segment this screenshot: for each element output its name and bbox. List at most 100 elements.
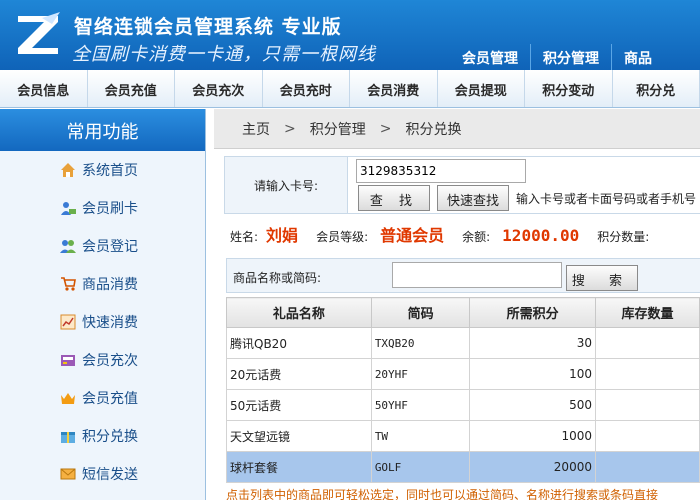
card-swipe-icon (61, 202, 76, 215)
cell-gift-name: 腾讯QB20 (226, 327, 372, 359)
card-lookup-panel: 请输入卡号: 查 找 快速查找 输入卡号或者卡面号码或者手机号 (224, 156, 700, 214)
table-row-selected[interactable]: 球杆套餐 GOLF 20000 (226, 451, 700, 483)
search-button[interactable]: 搜 索 (566, 265, 638, 291)
subnav-member-consume[interactable]: 会员消费 (350, 70, 438, 107)
sidebar-item-label: 会员充值 (82, 391, 138, 407)
main-content: 主页 > 积分管理 > 积分兑换 请输入卡号: 查 找 快速查找 输入卡号或者卡… (214, 109, 700, 500)
subnav-member-withdraw[interactable]: 会员提现 (438, 70, 525, 107)
cell-stock (594, 327, 700, 359)
users-icon (60, 240, 76, 253)
sidebar-item-goods-consume[interactable]: 商品消费 (0, 265, 205, 303)
cell-stock (594, 451, 700, 483)
member-name: 刘娟 (266, 226, 299, 245)
app-header: 智络连锁会员管理系统 专业版 全国刷卡消费一卡通，只需一根网线 会员管理 积分管… (0, 0, 700, 70)
breadcrumb: 主页 > 积分管理 > 积分兑换 (214, 109, 700, 149)
subnav-member-recharge[interactable]: 会员充值 (88, 70, 175, 107)
sidebar-item-card-swipe[interactable]: 会员刷卡 (0, 189, 205, 227)
sidebar-item-member-recharge[interactable]: 会员充值 (0, 379, 205, 417)
breadcrumb-home[interactable]: 主页 (242, 119, 270, 139)
cell-code: TW (370, 420, 471, 452)
crown-icon (61, 393, 75, 404)
table-row[interactable]: 50元话费 50YHF 500 (226, 389, 700, 421)
cell-points: 1000 (469, 420, 596, 452)
cell-points: 100 (469, 358, 596, 390)
chart-icon (60, 314, 76, 330)
sidebar-item-home[interactable]: 系统首页 (0, 151, 205, 189)
column-header-code[interactable]: 简码 (370, 297, 471, 328)
help-footnote: 点击列表中的商品即可轻松选定，同时也可以通过简码、名称进行搜索或条码直接 (226, 488, 659, 500)
goods-search-label: 商品名称或简码: (233, 271, 322, 285)
breadcrumb-points-management[interactable]: 积分管理 (310, 119, 366, 139)
sidebar-item-label: 短信发送 (82, 467, 138, 483)
top-nav-points-management[interactable]: 积分管理 (530, 44, 611, 70)
member-balance: 12000.00 (502, 226, 580, 245)
quick-find-button[interactable]: 快速查找 (437, 185, 509, 211)
sidebar-item-label: 系统首页 (82, 163, 138, 179)
sidebar-item-label: 积分兑换 (82, 429, 138, 445)
app-slogan: 全国刷卡消费一卡通，只需一根网线 (72, 44, 376, 65)
sidebar-item-member-times[interactable]: 会员充次 (0, 341, 205, 379)
breadcrumb-separator-icon: > (284, 120, 296, 137)
cell-stock (594, 420, 700, 452)
cell-code: 50YHF (370, 389, 471, 421)
sub-nav: 会员信息 会员充值 会员充次 会员充时 会员消费 会员提现 积分变动 积分兑 (0, 70, 700, 108)
cell-gift-name: 50元话费 (226, 389, 372, 421)
table-row[interactable]: 20元话费 20YHF 100 (226, 358, 700, 390)
gift-icon (61, 432, 75, 443)
card-number-label: 请输入卡号: (225, 157, 348, 213)
sidebar-item-label: 会员充次 (82, 353, 138, 369)
cell-code: TXQB20 (370, 327, 471, 359)
cart-icon (61, 277, 76, 291)
home-icon (61, 163, 75, 177)
column-header-points-required[interactable]: 所需积分 (469, 297, 596, 328)
subnav-points-change[interactable]: 积分变动 (525, 70, 613, 107)
sidebar-item-sms-send[interactable]: 短信发送 (0, 455, 205, 493)
subnav-member-times[interactable]: 会员充次 (175, 70, 263, 107)
card-number-input[interactable] (356, 159, 526, 183)
sidebar-item-member-register[interactable]: 会员登记 (0, 227, 205, 265)
member-name-label: 姓名: (230, 230, 259, 244)
sidebar-item-points-exchange[interactable]: 积分兑换 (0, 417, 205, 455)
sidebar-heading: 常用功能 (0, 109, 205, 151)
subnav-member-time[interactable]: 会员充时 (263, 70, 350, 107)
cell-gift-name: 球杆套餐 (226, 451, 372, 483)
cell-code: GOLF (370, 451, 471, 483)
table-row[interactable]: 天文望远镜 TW 1000 (226, 420, 700, 452)
card-input-hint: 输入卡号或者卡面号码或者手机号 (516, 192, 697, 206)
app-title: 智络连锁会员管理系统 专业版 (74, 16, 342, 38)
sidebar-item-label: 快速消费 (82, 315, 138, 331)
sidebar: 常用功能 系统首页 会员刷卡 会员登记 商品消费 快速消费 会员充次 会员充值 … (0, 109, 206, 500)
cell-points: 30 (469, 327, 596, 359)
sidebar-item-label: 商品消费 (82, 277, 138, 293)
find-button[interactable]: 查 找 (358, 185, 430, 211)
cell-stock (594, 358, 700, 390)
breadcrumb-separator-icon: > (379, 120, 392, 137)
cell-code: 20YHF (370, 358, 471, 390)
subnav-member-info[interactable]: 会员信息 (0, 70, 88, 107)
logo-icon (18, 12, 60, 54)
sidebar-item-label: 会员登记 (82, 239, 138, 255)
goods-search-input[interactable] (392, 262, 562, 288)
table-row[interactable]: 腾讯QB20 TXQB20 30 (226, 327, 700, 359)
register-icon (61, 355, 75, 366)
gift-table: 礼品名称 简码 所需积分 库存数量 腾讯QB20 TXQB20 30 20元话费… (226, 297, 700, 483)
cell-gift-name: 天文望远镜 (226, 420, 372, 452)
table-header-row: 礼品名称 简码 所需积分 库存数量 (226, 297, 700, 328)
sidebar-item-label: 会员刷卡 (82, 201, 138, 217)
member-balance-label: 余额: (462, 230, 491, 244)
member-points-label: 积分数量: (597, 230, 650, 244)
goods-search-panel: 商品名称或简码: 搜 索 (226, 258, 700, 293)
column-header-gift-name[interactable]: 礼品名称 (226, 297, 372, 328)
cell-points: 500 (469, 389, 596, 421)
sidebar-item-quick-consume[interactable]: 快速消费 (0, 303, 205, 341)
subnav-points-exchange[interactable]: 积分兑 (613, 70, 700, 107)
member-level: 普通会员 (380, 226, 445, 245)
member-info-row: 姓名: 刘娟 会员等级: 普通会员 余额: 12000.00 积分数量: (230, 222, 649, 246)
top-nav-member-management[interactable]: 会员管理 (450, 44, 530, 70)
breadcrumb-points-exchange: 积分兑换 (405, 121, 462, 138)
column-header-stock[interactable]: 库存数量 (594, 297, 700, 328)
cell-stock (594, 389, 700, 421)
mail-icon (60, 468, 76, 480)
member-level-label: 会员等级: (316, 230, 369, 244)
top-nav-goods[interactable]: 商品 (611, 44, 664, 70)
